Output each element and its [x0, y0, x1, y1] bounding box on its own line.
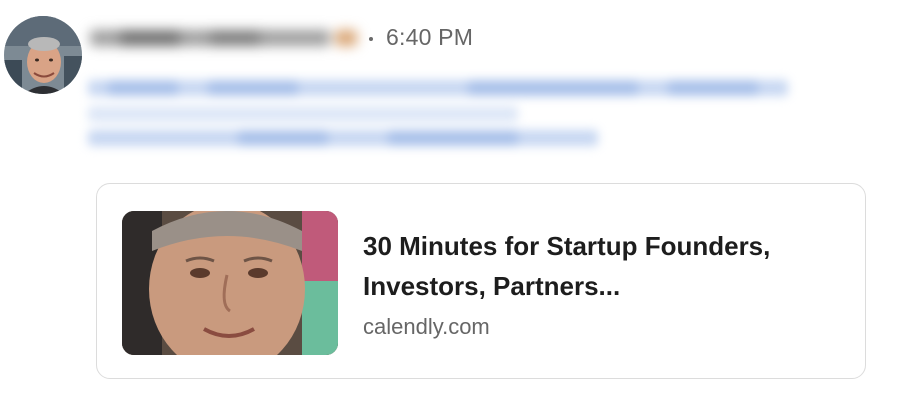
link-preview-title[interactable]: 30 Minutes for Startup Founders, Investo…: [363, 226, 833, 306]
sender-name-redacted: [90, 12, 370, 62]
link-preview-thumbnail: [122, 211, 338, 355]
chat-message-view: 6:40 PM 30 Minutes for Startup Founders,…: [0, 0, 910, 406]
link-preview-domain: calendly.com: [363, 314, 490, 339]
sender-avatar[interactable]: [4, 16, 82, 94]
message-text-redacted: [88, 70, 798, 166]
separator-dot: [369, 37, 373, 41]
message-timestamp: 6:40 PM: [386, 24, 474, 50]
link-preview-card[interactable]: 30 Minutes for Startup Founders, Investo…: [96, 183, 866, 379]
